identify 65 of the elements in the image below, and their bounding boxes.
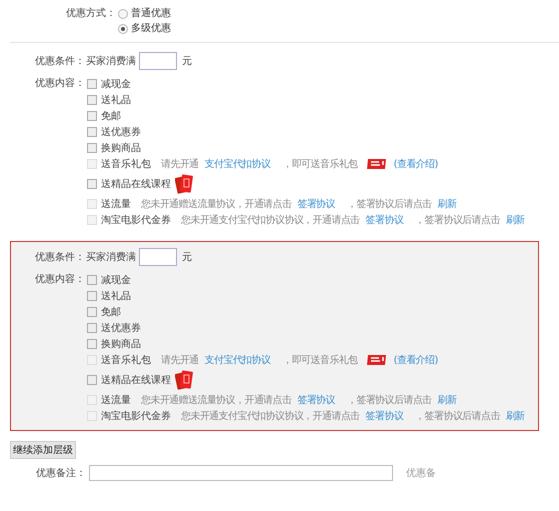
- amount-field[interactable]: [139, 52, 177, 70]
- cards-icon: [175, 369, 193, 391]
- field-label: 优惠条件：: [35, 54, 85, 68]
- add-level-button[interactable]: 继续添加层级: [10, 441, 76, 459]
- remark-field[interactable]: [89, 465, 393, 481]
- note-text: ，签署协议后请点击: [415, 410, 500, 423]
- option-label: 免邮: [101, 306, 121, 319]
- field-label: 优惠备注：: [36, 466, 86, 480]
- checkbox[interactable]: [87, 307, 97, 317]
- field-label: 优惠条件：: [35, 250, 85, 264]
- radio-option[interactable]: 普通优惠: [118, 6, 171, 21]
- note-text: 请先开通: [161, 158, 199, 171]
- note-text: 您未开通支付宝代扣协议协议，开通请点击: [181, 410, 360, 423]
- cards-icon: [175, 173, 193, 195]
- option-label: 送优惠券: [101, 126, 141, 139]
- checkbox[interactable]: [87, 79, 97, 89]
- note-text: 您未开通支付宝代扣协议协议，开通请点击: [181, 214, 360, 227]
- checkbox[interactable]: [87, 179, 97, 189]
- option-label: 减现金: [101, 78, 131, 91]
- note-text: ，即可送音乐礼包: [282, 158, 358, 171]
- option-label: 送流量: [101, 394, 131, 407]
- option-label: 换购商品: [101, 142, 141, 155]
- checkbox[interactable]: [87, 323, 97, 333]
- option-label: 送音乐礼包: [101, 158, 151, 171]
- option-label: 淘宝电影代金券: [101, 214, 171, 227]
- note-text: 请先开通: [161, 354, 199, 367]
- option-label: 送礼品: [101, 94, 131, 107]
- radio-icon[interactable]: [118, 24, 128, 34]
- radio-icon[interactable]: [118, 8, 128, 18]
- option-label: 送优惠券: [101, 322, 141, 335]
- field-label: 优惠方式：: [66, 6, 116, 21]
- option-label: 送音乐礼包: [101, 354, 151, 367]
- note-text: ，签署协议后请点击: [347, 198, 432, 211]
- amount-field[interactable]: [139, 248, 177, 266]
- condition-text: 买家消费满: [86, 54, 136, 68]
- checkbox[interactable]: [87, 339, 97, 349]
- option-label: 送精品在线课程: [101, 178, 171, 191]
- note-text: 您未开通赠送流量协议，开通请点击: [141, 198, 292, 211]
- field-label: 优惠内容：: [35, 76, 85, 91]
- checkbox[interactable]: [87, 127, 97, 137]
- option-label: 换购商品: [101, 338, 141, 351]
- checkbox[interactable]: [87, 143, 97, 153]
- unit-text: 元: [182, 250, 192, 264]
- option-label: 淘宝电影代金券: [101, 410, 171, 423]
- option-label: 送精品在线课程: [101, 374, 171, 387]
- new-badge-icon: [366, 158, 388, 170]
- unit-text: 元: [182, 54, 192, 68]
- radio-option[interactable]: 多级优惠: [118, 21, 171, 36]
- checkbox[interactable]: [87, 291, 97, 301]
- note-text: ，签署协议后请点击: [347, 394, 432, 407]
- option-label: 免邮: [101, 110, 121, 123]
- condition-text: 买家消费满: [86, 250, 136, 264]
- hint-text: 优惠备: [406, 466, 436, 480]
- checkbox[interactable]: [87, 275, 97, 285]
- note-text: ，即可送音乐礼包: [282, 354, 358, 367]
- checkbox[interactable]: [87, 375, 97, 385]
- new-badge-icon: [366, 354, 388, 366]
- checkbox[interactable]: [87, 95, 97, 105]
- option-label: 送礼品: [101, 290, 131, 303]
- option-label: 送流量: [101, 198, 131, 211]
- field-label: 优惠内容：: [35, 272, 85, 287]
- note-text: ，签署协议后请点击: [415, 214, 500, 227]
- note-text: 您未开通赠送流量协议，开通请点击: [141, 394, 292, 407]
- checkbox[interactable]: [87, 111, 97, 121]
- option-label: 减现金: [101, 274, 131, 287]
